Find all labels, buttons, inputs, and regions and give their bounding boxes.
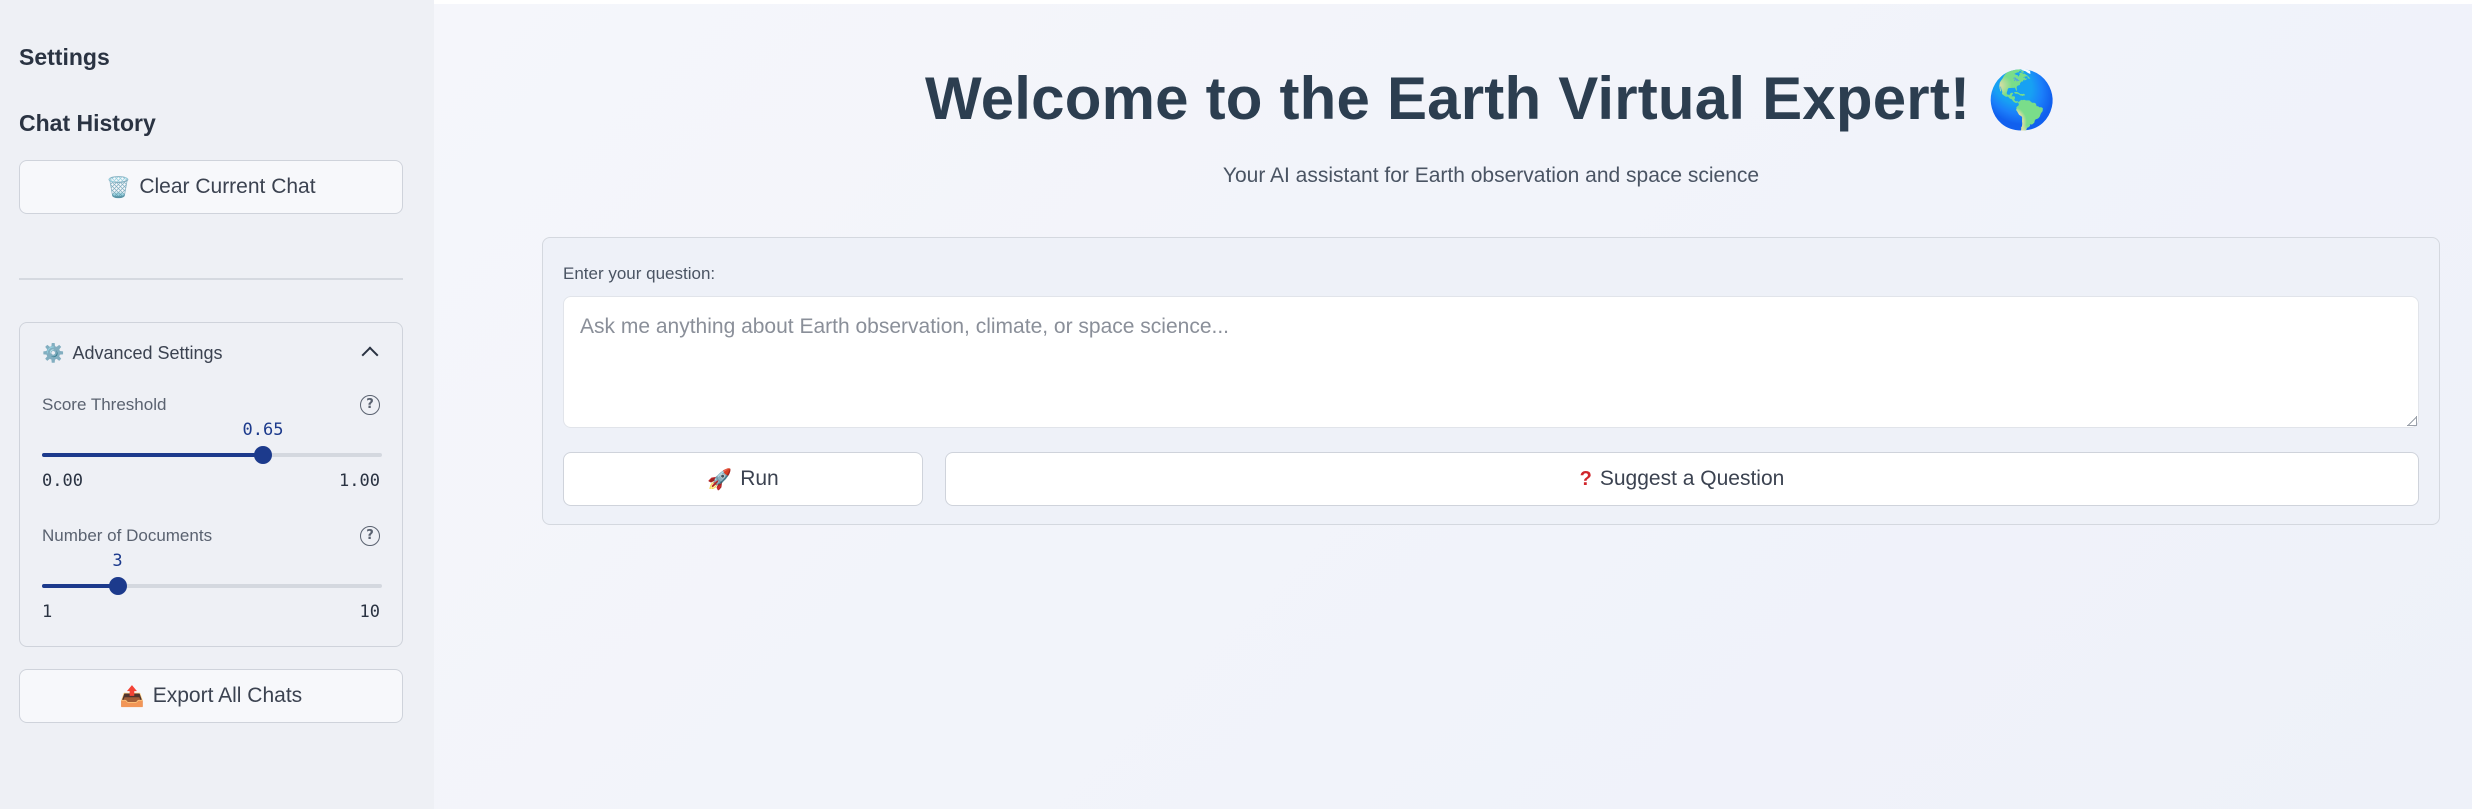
wastebasket-icon: 🗑️ <box>106 176 132 199</box>
slider-thumb[interactable] <box>108 577 127 595</box>
page-title-text: Welcome to the Earth Virtual Expert! <box>924 65 1971 132</box>
main-content: Welcome to the Earth Virtual Expert! 🌎 Y… <box>434 0 2472 809</box>
help-icon[interactable]: ? <box>360 526 380 546</box>
sidebar-title: Settings <box>19 44 110 70</box>
suggest-question-button[interactable]: ? Suggest a Question <box>945 452 2419 506</box>
slider-max-value: 10 <box>359 602 380 622</box>
gear-icon: ⚙️ <box>42 343 65 363</box>
question-form: Enter your question: 🚀 Run ? Suggest a Q… <box>542 237 2440 525</box>
page-subtitle: Your AI assistant for Earth observation … <box>1222 164 1760 187</box>
slider-value: 0.65 <box>242 420 284 440</box>
question-mark-icon: ? <box>1579 467 1592 490</box>
advanced-settings-panel: ⚙️ Advanced Settings Score Threshold ? 0… <box>19 322 403 647</box>
clear-chat-button[interactable]: 🗑️ Clear Current Chat <box>19 160 403 214</box>
run-button[interactable]: 🚀 Run <box>563 452 923 506</box>
globe-icon: 🌎 <box>1987 68 2058 131</box>
slider-min-value: 0.00 <box>42 471 83 491</box>
outbox-tray-icon: 📤 <box>119 685 145 708</box>
score-threshold-label: Score Threshold <box>42 395 167 414</box>
question-input-label: Enter your question: <box>563 264 716 283</box>
sidebar: Settings Chat History 🗑️ Clear Current C… <box>0 0 434 809</box>
slider-min-value: 1 <box>42 602 53 622</box>
slider-thumb[interactable] <box>254 446 272 464</box>
slider-fill <box>42 584 118 588</box>
suggest-question-label: Suggest a Question <box>1599 467 1785 490</box>
chevron-up-icon <box>361 346 379 364</box>
advanced-settings-title: ⚙️ Advanced Settings <box>42 343 223 364</box>
top-decoration <box>434 0 2472 4</box>
question-input[interactable] <box>563 296 2419 428</box>
export-chats-label: Export All Chats <box>152 684 303 707</box>
run-button-label: Run <box>740 467 779 490</box>
export-chats-button[interactable]: 📤 Export All Chats <box>19 669 403 723</box>
slider-fill <box>42 453 263 457</box>
num-documents-slider[interactable]: 3 <box>42 551 382 595</box>
sidebar-divider <box>19 278 403 280</box>
advanced-settings-toggle[interactable]: ⚙️ Advanced Settings <box>20 323 402 385</box>
chat-history-title: Chat History <box>19 110 156 136</box>
help-icon[interactable]: ? <box>360 395 380 415</box>
num-documents-label: Number of Documents <box>42 526 213 545</box>
rocket-icon: 🚀 <box>707 468 733 491</box>
resize-handle-icon[interactable] <box>2407 416 2417 426</box>
advanced-settings-label: Advanced Settings <box>72 343 223 363</box>
slider-max-value: 1.00 <box>339 471 380 491</box>
score-threshold-slider[interactable]: 0.65 <box>42 420 382 464</box>
clear-chat-label: Clear Current Chat <box>139 175 316 198</box>
page-title: Welcome to the Earth Virtual Expert! 🌎 <box>434 64 2472 133</box>
slider-value: 3 <box>112 551 123 571</box>
